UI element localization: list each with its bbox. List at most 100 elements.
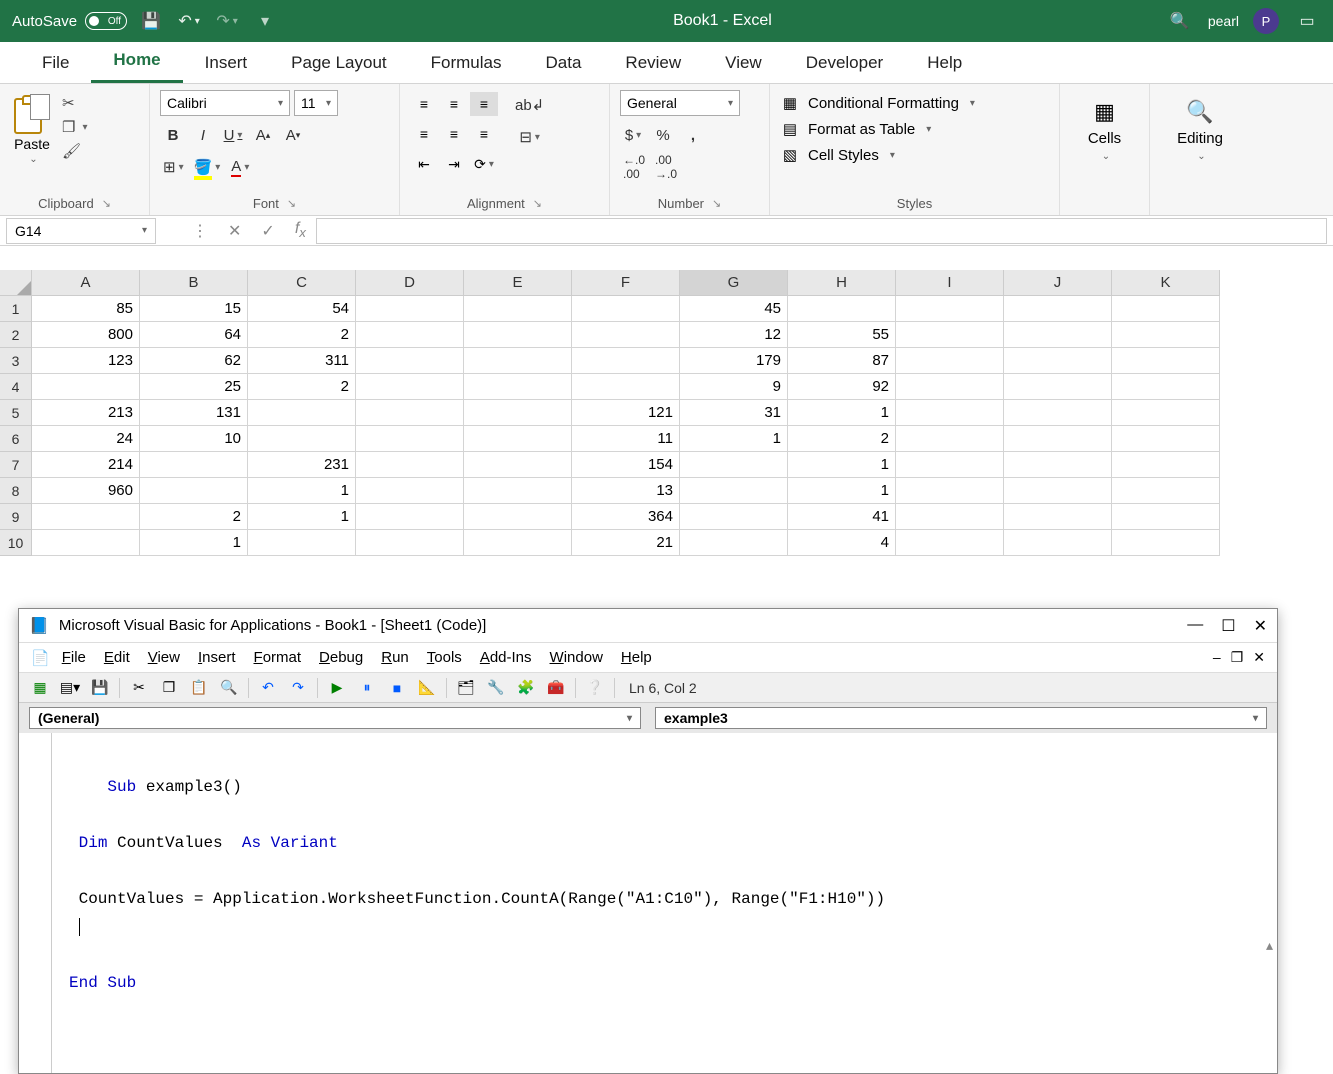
close-button[interactable]: ✕ — [1254, 616, 1267, 636]
cell[interactable] — [356, 504, 464, 530]
cell[interactable] — [356, 374, 464, 400]
excel-icon[interactable]: ▦ — [29, 677, 51, 699]
shrink-font-button[interactable]: A▾ — [280, 122, 306, 148]
cell[interactable] — [1112, 452, 1220, 478]
align-bottom-button[interactable]: ≡ — [470, 92, 498, 116]
fill-color-button[interactable]: 🪣▾ — [191, 154, 224, 180]
increase-decimal-button[interactable]: ←.0.00 — [620, 154, 648, 180]
toolbox-icon[interactable]: 🧰 — [545, 677, 567, 699]
scroll-up-icon[interactable]: ▴ — [1266, 933, 1273, 961]
save-icon[interactable]: 💾 — [137, 7, 165, 35]
decrease-decimal-button[interactable]: .00→.0 — [652, 154, 680, 180]
cell[interactable]: 1 — [680, 426, 788, 452]
cell[interactable] — [572, 322, 680, 348]
borders-button[interactable]: ⊞▾ — [160, 154, 187, 180]
search-icon[interactable]: 🔍 — [1166, 7, 1194, 35]
cell[interactable]: 2 — [248, 374, 356, 400]
tab-help[interactable]: Help — [905, 43, 984, 83]
cell[interactable]: 45 — [680, 296, 788, 322]
cell[interactable] — [248, 426, 356, 452]
cell[interactable]: 1 — [788, 400, 896, 426]
cell[interactable] — [896, 504, 1004, 530]
merge-button[interactable]: ⊟▾ — [512, 124, 547, 150]
formula-input[interactable] — [316, 218, 1327, 244]
avatar[interactable]: P — [1253, 8, 1279, 34]
cell[interactable] — [464, 400, 572, 426]
cell[interactable] — [1004, 530, 1112, 556]
vba-menu-edit[interactable]: Edit — [104, 649, 130, 666]
tab-formulas[interactable]: Formulas — [409, 43, 524, 83]
accounting-button[interactable]: $▾ — [620, 122, 646, 148]
cell[interactable]: 4 — [788, 530, 896, 556]
number-format-select[interactable]: General▾ — [620, 90, 740, 116]
percent-button[interactable]: % — [650, 122, 676, 148]
cell[interactable]: 21 — [572, 530, 680, 556]
doc-close-button[interactable]: ✕ — [1253, 649, 1265, 666]
cell[interactable]: 1 — [788, 478, 896, 504]
maximize-button[interactable]: ☐ — [1221, 616, 1235, 636]
cell[interactable] — [896, 478, 1004, 504]
row-header[interactable]: 8 — [0, 478, 32, 504]
column-header[interactable]: B — [140, 270, 248, 296]
cell[interactable]: 92 — [788, 374, 896, 400]
cell[interactable] — [896, 374, 1004, 400]
font-color-button[interactable]: A▾ — [227, 154, 253, 180]
cell[interactable]: 9 — [680, 374, 788, 400]
cell[interactable] — [1004, 400, 1112, 426]
tab-review[interactable]: Review — [603, 43, 703, 83]
stop-icon[interactable]: ■ — [386, 677, 408, 699]
italic-button[interactable]: I — [190, 122, 216, 148]
cell[interactable] — [464, 374, 572, 400]
cell[interactable] — [1112, 530, 1220, 556]
editing-button[interactable]: 🔍 Editing⌄ — [1160, 90, 1240, 170]
minimize-button[interactable]: — — [1187, 616, 1203, 636]
row-header[interactable]: 2 — [0, 322, 32, 348]
cell[interactable] — [464, 452, 572, 478]
dialog-launcher-icon[interactable]: ↘ — [287, 197, 296, 210]
cell[interactable] — [356, 426, 464, 452]
redo-icon[interactable]: ↷ — [287, 677, 309, 699]
comma-button[interactable]: , — [680, 122, 706, 148]
cell[interactable] — [32, 504, 140, 530]
cell[interactable]: 11 — [572, 426, 680, 452]
vba-menu-file[interactable]: File — [62, 649, 86, 666]
cell[interactable] — [896, 452, 1004, 478]
cell[interactable] — [140, 452, 248, 478]
cell[interactable] — [788, 296, 896, 322]
cell[interactable]: 25 — [140, 374, 248, 400]
column-header[interactable]: F — [572, 270, 680, 296]
cell[interactable] — [572, 348, 680, 374]
column-header[interactable]: K — [1112, 270, 1220, 296]
cell[interactable]: 2 — [788, 426, 896, 452]
cell[interactable] — [356, 296, 464, 322]
cell[interactable] — [140, 478, 248, 504]
cell[interactable] — [356, 348, 464, 374]
wrap-text-button[interactable]: ab↲ — [512, 92, 547, 118]
cell[interactable] — [1112, 478, 1220, 504]
cell[interactable] — [1004, 452, 1112, 478]
align-top-button[interactable]: ≡ — [410, 92, 438, 116]
column-header[interactable]: E — [464, 270, 572, 296]
vba-code-editor[interactable]: Sub example3() Dim CountValues As Varian… — [19, 733, 1277, 1073]
cell[interactable]: 1 — [140, 530, 248, 556]
cell[interactable]: 55 — [788, 322, 896, 348]
align-left-button[interactable]: ≡ — [410, 122, 438, 146]
column-header[interactable]: A — [32, 270, 140, 296]
cell[interactable] — [356, 400, 464, 426]
cut-button[interactable]: ✂ — [62, 94, 87, 112]
cell[interactable] — [680, 504, 788, 530]
cell[interactable] — [356, 478, 464, 504]
cell[interactable] — [356, 530, 464, 556]
tab-insert[interactable]: Insert — [183, 43, 270, 83]
format-as-table-button[interactable]: ▤Format as Table▾ — [780, 120, 1049, 138]
row-header[interactable]: 1 — [0, 296, 32, 322]
font-name-select[interactable]: Calibri▾ — [160, 90, 290, 116]
customize-qat-icon[interactable]: ▾ — [251, 7, 279, 35]
cell[interactable] — [1004, 426, 1112, 452]
tab-view[interactable]: View — [703, 43, 784, 83]
cell[interactable] — [356, 452, 464, 478]
vba-menu-debug[interactable]: Debug — [319, 649, 363, 666]
row-header[interactable]: 5 — [0, 400, 32, 426]
save-icon[interactable]: 💾 — [89, 677, 111, 699]
doc-minimize-button[interactable]: – — [1213, 649, 1221, 666]
